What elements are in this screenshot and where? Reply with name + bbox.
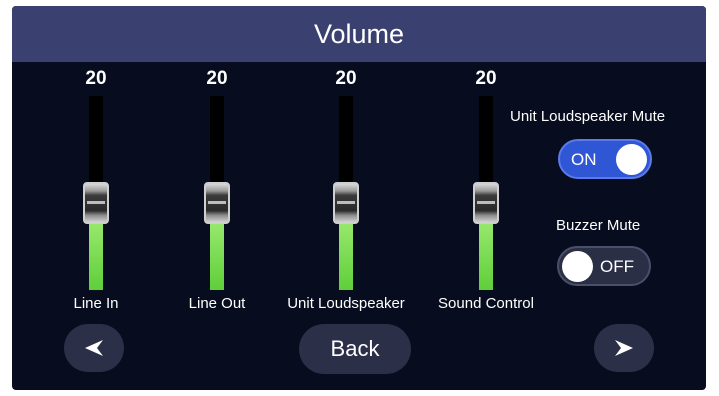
volume-screen: Volume 20 Line In 20 Line Out 20 Unit Lo… bbox=[12, 6, 706, 390]
next-page-button[interactable] bbox=[594, 324, 654, 372]
left-arrow-icon bbox=[85, 340, 103, 356]
buzzer-mute-toggle[interactable]: OFF bbox=[557, 246, 651, 286]
unit-loudspeaker-slider-thumb[interactable] bbox=[333, 182, 359, 224]
right-arrow-icon bbox=[615, 340, 633, 356]
page-title: Volume bbox=[313, 18, 405, 49]
line-in-label: Line In bbox=[73, 295, 119, 312]
unit-loudspeaker-mute-toggle[interactable]: ON bbox=[558, 139, 652, 179]
back-button-label: Back bbox=[330, 336, 380, 361]
previous-page-button[interactable] bbox=[64, 324, 124, 372]
toggle-knob bbox=[616, 144, 647, 175]
sound-control-value: 20 bbox=[475, 68, 497, 89]
title-bar: Volume bbox=[12, 6, 706, 62]
line-in-slider-thumb[interactable] bbox=[83, 182, 109, 224]
sound-control-slider-thumb[interactable] bbox=[473, 182, 499, 224]
unit-loudspeaker-value: 20 bbox=[335, 68, 357, 89]
line-out-slider-thumb[interactable] bbox=[204, 182, 230, 224]
line-in-value: 20 bbox=[85, 68, 107, 89]
back-button[interactable]: Back bbox=[299, 324, 411, 374]
buzzer-mute-state: OFF bbox=[600, 257, 634, 276]
unit-loudspeaker-label: Unit Loudspeaker bbox=[287, 295, 405, 312]
toggle-knob bbox=[562, 251, 593, 282]
line-out-value: 20 bbox=[206, 68, 228, 89]
line-out-label: Line Out bbox=[188, 295, 246, 312]
sound-control-label: Sound Control bbox=[438, 295, 534, 312]
unit-loudspeaker-mute-state: ON bbox=[571, 150, 597, 169]
unit-loudspeaker-mute-label: Unit Loudspeaker Mute bbox=[510, 108, 666, 125]
buzzer-mute-label: Buzzer Mute bbox=[556, 217, 641, 234]
